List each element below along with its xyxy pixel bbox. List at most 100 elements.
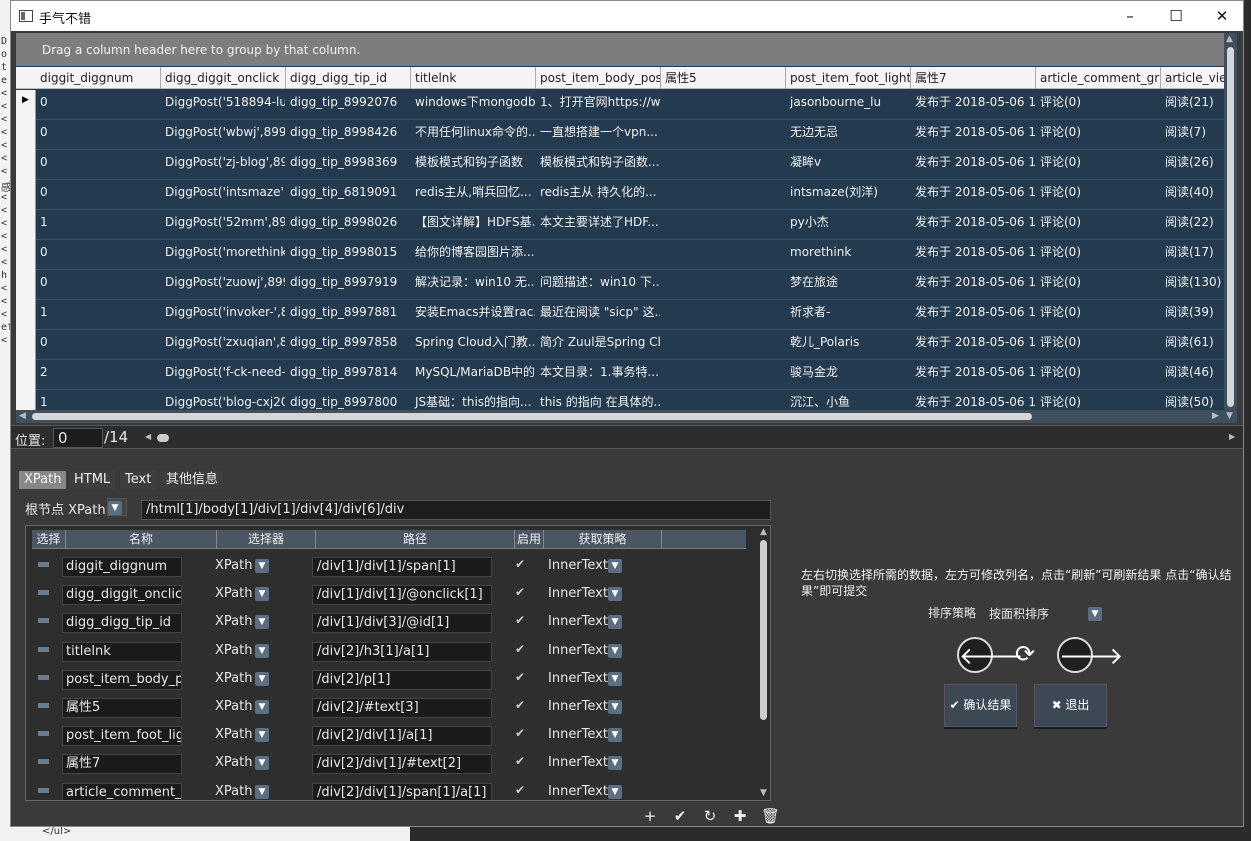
row-select-checkbox[interactable]: [38, 646, 49, 652]
column-header[interactable]: post_item_body_pos...: [536, 67, 661, 89]
exit-button[interactable]: ✖ 退出: [1034, 684, 1107, 727]
selector-dropdown[interactable]: XPath ▼: [215, 726, 269, 744]
grid-row[interactable]: 1DiggPost('invoker-',8...digg_tip_899788…: [16, 300, 1224, 330]
chevron-down-icon[interactable]: ▼: [608, 728, 622, 743]
field-path-input[interactable]: /div[1]/div[1]/span[1]: [312, 557, 492, 577]
grid-cell[interactable]: 发布于 2018-05-06 1...: [912, 90, 1035, 120]
grid-cell[interactable]: 模板模式和钩子函数: [412, 150, 535, 180]
grid-cell[interactable]: [662, 210, 785, 240]
grid-cell[interactable]: 【图文详解】HDFS基...: [412, 210, 535, 240]
field-table-scrollbar[interactable]: ▲ ▼: [758, 526, 770, 800]
chevron-down-icon[interactable]: ▼: [608, 700, 622, 714]
grid-cell[interactable]: 发布于 2018-05-06 1...: [912, 120, 1035, 150]
grid-cell[interactable]: redis主从,哨兵回忆...: [412, 180, 535, 210]
field-scroll-up-icon[interactable]: ▲: [760, 527, 767, 537]
trash-icon[interactable]: 🗑: [761, 807, 780, 825]
grid-row[interactable]: ▶0DiggPost('518894-lu'...digg_tip_899207…: [16, 90, 1224, 120]
grid-cell[interactable]: py小杰: [787, 210, 910, 240]
grid-cell[interactable]: digg_tip_8998026: [287, 210, 410, 240]
grid-cell[interactable]: MySQL/MariaDB中的...: [412, 360, 535, 390]
chevron-down-icon[interactable]: ▼: [255, 587, 269, 602]
grid-cell[interactable]: digg_tip_8992076: [287, 90, 410, 120]
grid-cell[interactable]: digg_tip_8997919: [287, 270, 410, 300]
field-name-input[interactable]: post_item_body_post_it: [62, 669, 182, 690]
grid-cell[interactable]: 梦在旅途: [787, 270, 910, 300]
chevron-down-icon[interactable]: ▼: [255, 671, 269, 686]
grid-cell[interactable]: 0: [37, 330, 160, 360]
row-select-checkbox[interactable]: [38, 590, 49, 596]
row-select-checkbox[interactable]: [38, 703, 49, 708]
tab-text[interactable]: Text: [120, 471, 157, 489]
grid-cell[interactable]: 发布于 2018-05-06 1...: [912, 270, 1035, 300]
check-icon[interactable]: ✔: [671, 807, 689, 825]
grid-cell[interactable]: digg_tip_8998015: [287, 240, 410, 270]
strategy-dropdown[interactable]: InnerText ▼: [548, 642, 622, 660]
grid-cell[interactable]: 阅读(61): [1162, 330, 1224, 360]
grid-horizontal-scrollbar[interactable]: ◀ ▶: [16, 410, 1224, 423]
field-name-input[interactable]: digg_digg_tip_id: [62, 613, 182, 634]
redo-icon[interactable]: ↻: [701, 807, 719, 825]
field-scroll-thumb[interactable]: [760, 540, 767, 720]
chevron-down-icon[interactable]: ▼: [608, 784, 622, 799]
field-path-input[interactable]: /div[2]/div[1]/a[1]: [312, 726, 492, 747]
grid-cell[interactable]: DiggPost('zj-blog',89...: [162, 150, 285, 180]
column-header[interactable]: article_view: [1161, 67, 1224, 89]
chevron-down-icon[interactable]: ▼: [608, 756, 622, 771]
row-select-checkbox[interactable]: [38, 759, 49, 765]
strategy-dropdown[interactable]: InnerText ▼: [548, 698, 622, 716]
grid-cell[interactable]: redis主从 持久化的...: [537, 180, 660, 210]
grid-cell[interactable]: 阅读(46): [1162, 360, 1224, 390]
grid-cell[interactable]: 凝眸v: [787, 150, 910, 180]
enabled-checkbox[interactable]: ✔: [515, 727, 527, 739]
grid-cell[interactable]: DiggPost('zxuqian',8...: [162, 330, 285, 360]
scroll-left-arrow-icon[interactable]: ◀: [19, 411, 26, 421]
grid-cell[interactable]: 一直想搭建一个vpn...: [537, 120, 660, 150]
grid-cell[interactable]: 2: [37, 360, 160, 390]
grid-cell[interactable]: DiggPost('intsmaze',...: [162, 180, 285, 210]
field-path-input[interactable]: /div[2]/#text[3]: [312, 698, 492, 718]
grid-cell[interactable]: DiggPost('morethink'...: [162, 240, 285, 270]
grid-cell[interactable]: 阅读(39): [1162, 300, 1224, 330]
sort-strategy-value[interactable]: 按面积排序: [989, 605, 1049, 622]
row-header[interactable]: [16, 240, 36, 270]
minimize-button[interactable]: –: [1107, 1, 1153, 31]
grid-cell[interactable]: 0: [37, 150, 160, 180]
grid-cell[interactable]: 评论(0): [1037, 210, 1160, 240]
selector-dropdown[interactable]: XPath ▼: [215, 613, 269, 631]
row-header[interactable]: [16, 300, 36, 330]
position-slider[interactable]: ◀ ▶: [145, 432, 1235, 444]
enabled-checkbox[interactable]: ✔: [515, 755, 527, 767]
enabled-checkbox[interactable]: ✔: [515, 643, 527, 655]
enabled-checkbox[interactable]: ✔: [515, 614, 527, 626]
grid-cell[interactable]: 阅读(130): [1162, 270, 1224, 300]
row-select-checkbox[interactable]: [38, 787, 49, 793]
field-path-input[interactable]: /div[2]/p[1]: [312, 669, 492, 690]
column-header[interactable]: 属性7: [911, 67, 1036, 89]
grid-cell[interactable]: 评论(0): [1037, 300, 1160, 330]
grid-cell[interactable]: 0: [37, 240, 160, 270]
grid-cell[interactable]: digg_tip_6819091: [287, 180, 410, 210]
strategy-dropdown[interactable]: InnerText ▼: [548, 585, 622, 603]
chevron-down-icon[interactable]: ▼: [108, 501, 122, 515]
grid-cell[interactable]: digg_tip_8997858: [287, 330, 410, 360]
grid-cell[interactable]: 评论(0): [1037, 330, 1160, 360]
grid-row[interactable]: 1DiggPost('52mm',89...digg_tip_8998026【图…: [16, 210, 1224, 240]
position-slider-knob[interactable]: [157, 434, 169, 442]
grid-cell[interactable]: 发布于 2018-05-06 1...: [912, 360, 1035, 390]
grid-cell[interactable]: windows下mongodb...: [412, 90, 535, 120]
current-row-indicator-icon[interactable]: ▶: [16, 90, 36, 120]
scroll-down-arrow-icon[interactable]: ▼: [1226, 411, 1233, 421]
column-header[interactable]: 属性5: [661, 67, 786, 89]
grid-cell[interactable]: morethink: [787, 240, 910, 270]
maximize-button[interactable]: ☐: [1153, 1, 1199, 31]
scroll-up-arrow-icon[interactable]: ▲: [1226, 34, 1233, 44]
field-name-input[interactable]: 属性5: [62, 698, 182, 718]
enabled-checkbox[interactable]: ✔: [515, 671, 527, 683]
column-header[interactable]: digg_diggit_onclick: [161, 67, 286, 89]
next-arrow-icon[interactable]: 🡒: [1057, 637, 1123, 673]
chevron-down-icon[interactable]: ▼: [255, 559, 269, 573]
strategy-dropdown[interactable]: InnerText ▼: [548, 754, 622, 772]
chevron-down-icon[interactable]: ▼: [608, 643, 622, 658]
grid-cell[interactable]: 0: [37, 180, 160, 210]
grid-cell[interactable]: DiggPost('zuowj',899...: [162, 270, 285, 300]
